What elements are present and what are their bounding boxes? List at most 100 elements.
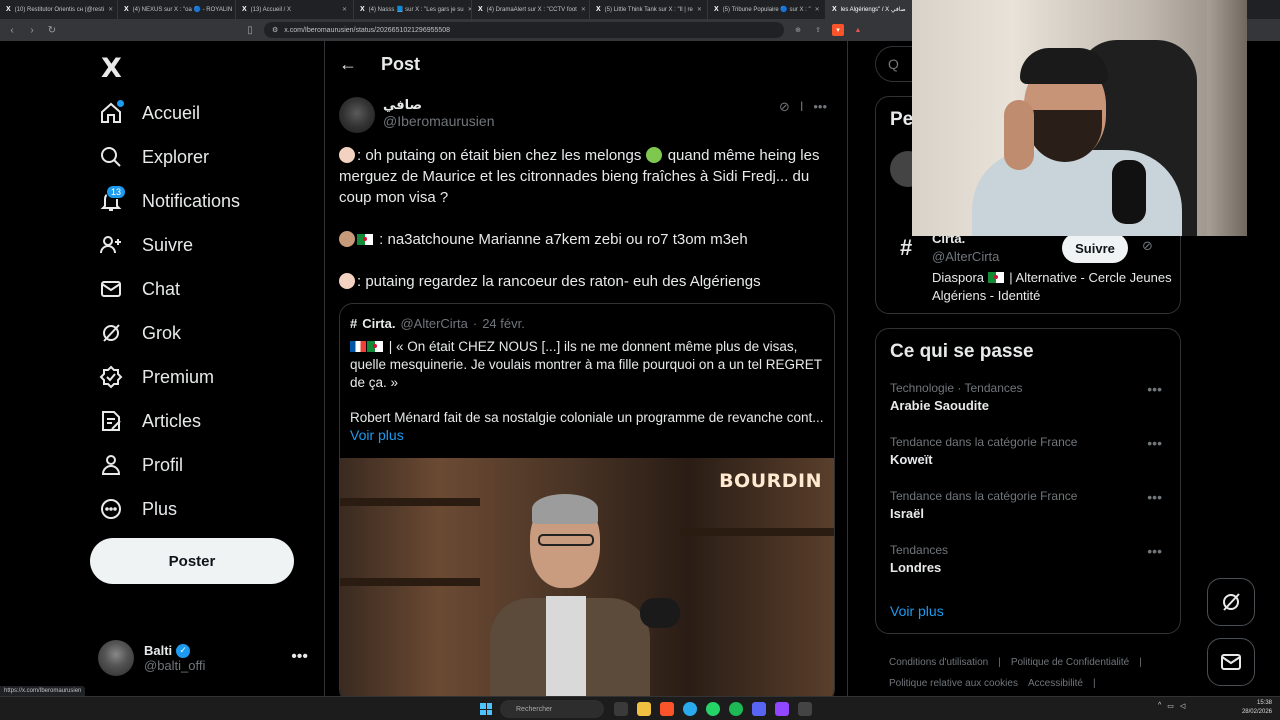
grok-small-icon[interactable]: ǀ bbox=[800, 99, 803, 115]
messages-floating-button[interactable] bbox=[1207, 638, 1255, 686]
tray-chevron-icon[interactable]: ^ bbox=[1158, 702, 1161, 710]
task-view-icon[interactable] bbox=[614, 702, 628, 716]
start-button-icon[interactable] bbox=[480, 703, 492, 715]
more-options-icon[interactable]: ••• bbox=[1147, 381, 1162, 397]
browser-tab[interactable]: X (5) Tribune Populaire 🔵 sur X : " ✕ bbox=[708, 0, 826, 19]
url-text: x.com/Iberomaurusien/status/202665102129… bbox=[284, 26, 451, 34]
hashtag-avatar-icon: # bbox=[900, 235, 913, 260]
nav-item-home[interactable]: Accueil bbox=[98, 93, 200, 133]
nav-item-chat[interactable]: Chat bbox=[98, 269, 180, 309]
rewards-icon[interactable]: ▲ bbox=[852, 24, 864, 36]
close-tab-icon[interactable]: ✕ bbox=[815, 6, 820, 13]
close-tab-icon[interactable]: ✕ bbox=[108, 6, 113, 13]
site-info-icon[interactable]: ⚙ bbox=[272, 26, 278, 34]
tray-volume-icon[interactable]: ◁ bbox=[1180, 702, 1185, 710]
grok-floating-button[interactable] bbox=[1207, 578, 1255, 626]
obs-icon[interactable] bbox=[775, 702, 789, 716]
app-icon[interactable] bbox=[798, 702, 812, 716]
nav-item-premium[interactable]: Premium bbox=[98, 357, 214, 397]
taskbar-apps bbox=[614, 702, 812, 716]
webcam-overlay bbox=[912, 0, 1247, 236]
x-logo[interactable]: X bbox=[101, 53, 122, 84]
trend-item[interactable]: Technologie · Tendances Arabie Saoudite … bbox=[890, 381, 1170, 421]
nav-item-notifications[interactable]: 13 Notifications bbox=[98, 181, 240, 221]
taskbar-search[interactable]: Rechercher bbox=[500, 700, 604, 718]
footer-link-terms[interactable]: Conditions d'utilisation bbox=[889, 657, 988, 668]
shelf bbox=[340, 498, 480, 506]
x-tab-icon: X bbox=[242, 6, 247, 13]
footer-links: Conditions d'utilisation | Politique de Co… bbox=[889, 652, 1179, 694]
nav-item-grok[interactable]: Grok bbox=[98, 313, 181, 353]
account-switcher[interactable]: Balti ✓ @balti_offi ••• bbox=[98, 638, 308, 678]
author-handle[interactable]: @Iberomaurusien bbox=[383, 113, 495, 129]
footer-link-accessibility[interactable]: Accessibilité bbox=[1028, 678, 1083, 689]
suggested-account-handle[interactable]: @AlterCirta bbox=[932, 249, 999, 264]
close-tab-icon[interactable]: ✕ bbox=[342, 6, 347, 13]
status-url: https://x.com/Iberomaurusien bbox=[0, 686, 86, 696]
spotify-icon[interactable] bbox=[729, 702, 743, 716]
post-button[interactable]: Poster bbox=[90, 538, 294, 584]
brave-browser-icon[interactable] bbox=[660, 702, 674, 716]
nav-item-profile[interactable]: Profil bbox=[98, 445, 183, 485]
nav-item-more[interactable]: Plus bbox=[98, 489, 177, 529]
microphone bbox=[640, 598, 680, 628]
system-tray: ^ ▭ ◁ bbox=[1158, 702, 1185, 710]
trend-item[interactable]: Tendance dans la catégorie France Koweït… bbox=[890, 435, 1170, 475]
browser-tab[interactable]: X (10) Restitutor Orientis сн (@resti ✕ bbox=[0, 0, 118, 19]
url-field[interactable]: ⚙ x.com/Iberomaurusien/status/2026651021… bbox=[264, 22, 784, 38]
trend-item[interactable]: Tendance dans la catégorie France Israël… bbox=[890, 489, 1170, 529]
face-emoji-icon bbox=[339, 273, 355, 289]
nav-item-explore[interactable]: Explorer bbox=[98, 137, 209, 177]
taskbar-clock[interactable]: 15:38 28/02/2026 bbox=[1242, 699, 1272, 717]
browser-tab[interactable]: X (4) DramaAlert sur X : "CCTV foot ✕ bbox=[472, 0, 590, 19]
more-options-icon[interactable]: ••• bbox=[1147, 489, 1162, 505]
telegram-icon[interactable] bbox=[683, 702, 697, 716]
bookmark-icon[interactable]: ▯ bbox=[244, 25, 256, 36]
avatar[interactable] bbox=[339, 97, 375, 133]
nav-item-articles[interactable]: Articles bbox=[98, 401, 201, 441]
face-emoji-icon bbox=[339, 147, 355, 163]
browser-tab[interactable]: X(4) NEXUS sur X : "oa 🔵 - ROYALIN✕ bbox=[118, 0, 236, 19]
quote-video-thumbnail[interactable]: BOURDIN bbox=[340, 458, 834, 696]
more-options-icon[interactable]: ••• bbox=[1147, 435, 1162, 451]
post-text: : oh putaing on était bien chez les melo… bbox=[339, 145, 833, 313]
follow-button[interactable]: Suivre bbox=[1062, 233, 1128, 263]
nav-item-label: Plus bbox=[142, 498, 178, 519]
reload-icon[interactable]: ↻ bbox=[46, 25, 58, 36]
tray-network-icon[interactable]: ▭ bbox=[1167, 702, 1174, 710]
footer-link-cookies[interactable]: Politique relative aux cookies bbox=[889, 678, 1018, 689]
author-name[interactable]: صافي bbox=[383, 97, 495, 113]
close-tab-icon[interactable]: ✕ bbox=[697, 6, 702, 13]
browser-tab[interactable]: X(4) Nasss 📘 sur X : "Les gars je su✕ bbox=[354, 0, 472, 19]
browser-tab[interactable]: X (5) Little Think Tank sur X : "Il | re ✕ bbox=[590, 0, 708, 19]
trend-item[interactable]: Tendances Londres ••• bbox=[890, 543, 1170, 583]
forward-nav-icon[interactable]: › bbox=[26, 25, 38, 36]
x-tab-icon: X bbox=[6, 6, 11, 13]
footer-separator: | bbox=[1093, 678, 1096, 689]
nav-item-label: Premium bbox=[142, 366, 215, 387]
more-options-icon[interactable]: ••• bbox=[291, 648, 308, 666]
back-nav-icon[interactable]: ‹ bbox=[6, 25, 18, 36]
nav-item-follow[interactable]: Suivre bbox=[98, 225, 193, 265]
quote-text-continued: Robert Ménard fait de sa nostalgie colon… bbox=[350, 410, 824, 425]
back-arrow-icon[interactable]: ← bbox=[339, 54, 357, 75]
share-icon[interactable]: ⇪ bbox=[812, 24, 824, 36]
footer-link-privacy[interactable]: Politique de Confidentialité bbox=[1011, 657, 1129, 668]
dismiss-icon[interactable]: ⊘ bbox=[1142, 238, 1153, 254]
quoted-post[interactable]: # Cirta. @AlterCirta · 24 févr. | « On é… bbox=[339, 303, 835, 696]
more-options-icon[interactable]: ••• bbox=[1147, 543, 1162, 559]
card-title: Pe bbox=[890, 109, 914, 130]
zoom-icon[interactable]: ⊕ bbox=[792, 24, 804, 36]
discord-icon[interactable] bbox=[752, 702, 766, 716]
show-more-link[interactable]: Voir plus bbox=[890, 603, 944, 619]
browser-tab[interactable]: X (13) Accueil / X ✕ bbox=[236, 0, 354, 19]
show-more-link[interactable]: Voir plus bbox=[350, 427, 404, 443]
file-explorer-icon[interactable] bbox=[637, 702, 651, 716]
block-icon[interactable]: ⊘ bbox=[779, 99, 790, 115]
trend-name: Israël bbox=[890, 506, 924, 521]
suggested-account-bio: Diaspora | Alternative - Cercle Jeunes A… bbox=[932, 270, 1172, 303]
brave-shield-icon[interactable]: ▾ bbox=[832, 24, 844, 36]
close-tab-icon[interactable]: ✕ bbox=[581, 6, 586, 13]
whatsapp-icon[interactable] bbox=[706, 702, 720, 716]
more-options-icon[interactable]: ••• bbox=[813, 99, 827, 115]
